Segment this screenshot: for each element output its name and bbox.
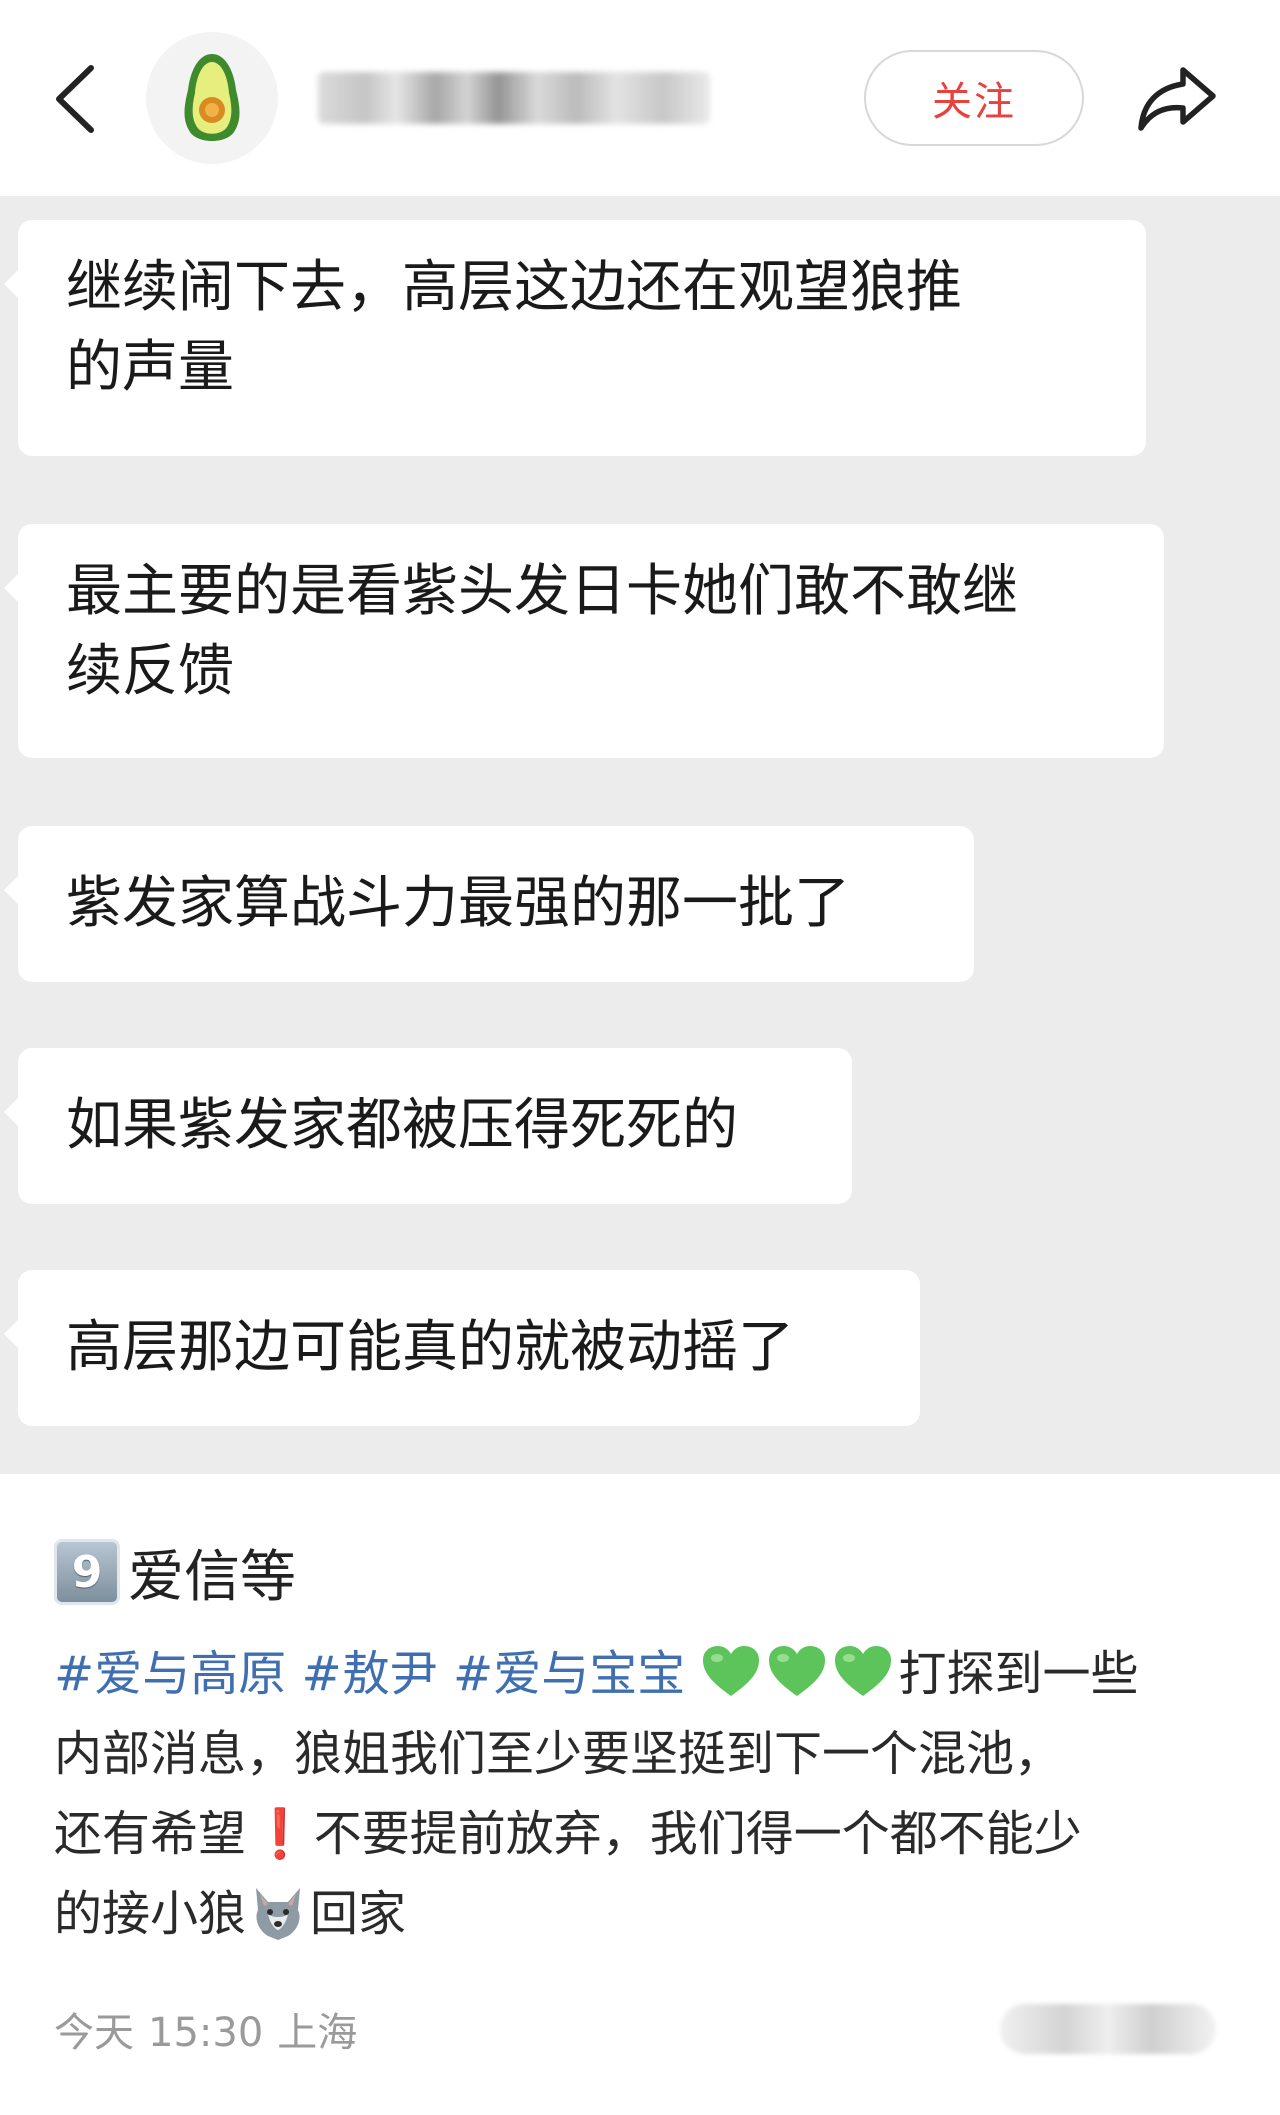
hashtag-link[interactable]: #爱与高原 [54, 1646, 286, 1702]
chat-line: 最主要的是看紫头发日卡她们敢不敢继 [66, 559, 1018, 624]
green-heart-icon [702, 1646, 759, 1696]
watermark-blurred [1000, 2004, 1216, 2054]
username-blurred [318, 72, 710, 124]
green-heart-icon [768, 1646, 825, 1696]
chat-bubble: 继续闹下去，高层这边还在观望狼推 的声量 [4, 220, 1146, 456]
avatar[interactable] [146, 32, 278, 164]
exclamation-icon: ❗ [250, 1806, 310, 1862]
chat-line: 继续闹下去，高层这边还在观望狼推 [66, 255, 962, 320]
chat-bubble: 最主要的是看紫头发日卡她们敢不敢继 续反馈 [4, 524, 1164, 758]
post-text: 不要提前放弃，我们得一个都不能少 [313, 1806, 1082, 1862]
avocado-icon [184, 54, 240, 141]
chat-line: 紫发家算战斗力最强的那一批了 [66, 871, 850, 936]
post-text: 打探到一些 [898, 1646, 1139, 1702]
post-text: 的接小狼 [54, 1886, 247, 1942]
share-button[interactable] [1130, 52, 1224, 146]
wolf-icon [256, 1888, 301, 1940]
post-title-text: 爱信等 [128, 1544, 296, 1610]
follow-button[interactable]: 关注 [864, 50, 1084, 146]
chat-bubble: 如果紫发家都被压得死死的 [4, 1048, 852, 1204]
post-line-1: #爱与高原 #敖尹 #爱与宝宝 打探到一些 [54, 1634, 1244, 1714]
top-bar: 关注 [0, 0, 1280, 196]
back-button[interactable] [40, 56, 110, 142]
post-text: 还有希望 [54, 1806, 247, 1862]
post-line-2: 内部消息，狼姐我们至少要坚挺到下一个混池， [54, 1726, 1063, 1782]
chat-screenshot: 继续闹下去，高层这边还在观望狼推 的声量 最主要的是看紫头发日卡她们敢不敢继 续… [0, 196, 1280, 1474]
post-line-3: 还有希望❗不要提前放弃，我们得一个都不能少 [54, 1794, 1244, 1874]
post-line-4: 的接小狼 回家 [54, 1874, 1244, 1954]
chat-line: 如果紫发家都被压得死死的 [66, 1093, 738, 1158]
post-title: 9 爱信等 [54, 1536, 296, 1610]
green-heart-icon [834, 1646, 891, 1696]
hashtag-link[interactable]: #敖尹 [302, 1646, 438, 1702]
chat-bubble: 高层那边可能真的就被动摇了 [4, 1270, 920, 1426]
chat-bubble: 紫发家算战斗力最强的那一批了 [4, 826, 974, 982]
chat-line: 续反馈 [66, 639, 234, 704]
post-meta: 今天 15:30 上海 [54, 2000, 357, 2058]
share-arrow-icon [1138, 67, 1216, 131]
post-time: 15:30 [148, 2010, 264, 2056]
chat-line: 的声量 [66, 335, 234, 400]
post-location: 上海 [277, 2010, 358, 2056]
post-day: 今天 [54, 2010, 134, 2056]
post-text: 回家 [310, 1886, 407, 1942]
chevron-left-icon [56, 65, 94, 133]
keycap-nine-icon: 9 [54, 1539, 120, 1605]
chat-line: 高层那边可能真的就被动摇了 [66, 1315, 794, 1380]
post-body: #爱与高原 #敖尹 #爱与宝宝 打探到一些 内部消息，狼姐我们至少要坚挺到下一个… [54, 1634, 1244, 1954]
hashtag-link[interactable]: #爱与宝宝 [453, 1646, 685, 1702]
